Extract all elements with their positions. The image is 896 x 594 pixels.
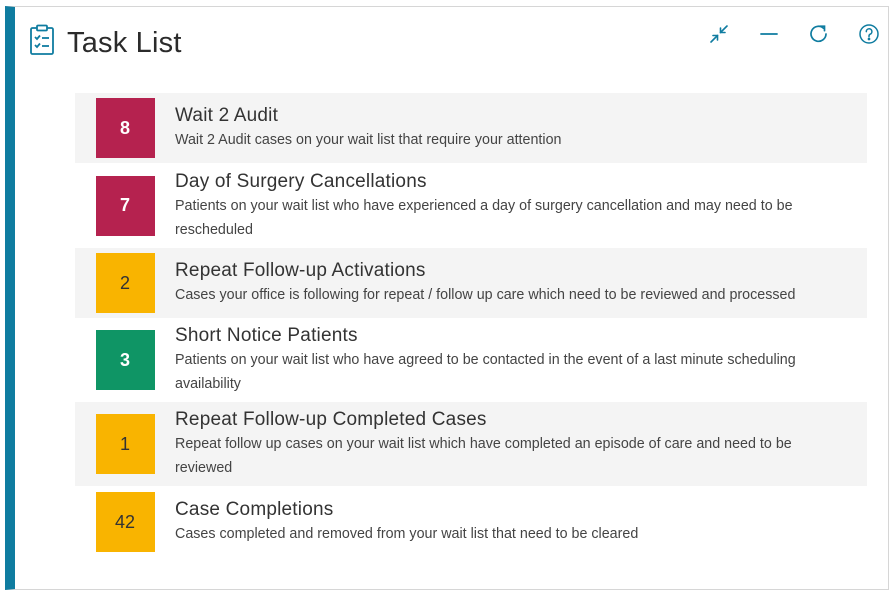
- count-badge[interactable]: 2: [95, 253, 155, 313]
- header-actions: [708, 23, 880, 45]
- clipboard-checklist-icon: [29, 24, 55, 56]
- count-badge[interactable]: 3: [95, 330, 155, 390]
- panel-header: Task List: [15, 7, 888, 83]
- task-item-repeat-follow-up-completed-cases[interactable]: 1 Repeat Follow-up Completed Cases Repea…: [75, 402, 867, 486]
- task-list-panel: Task List 8 Wait 2 Audit Wait 2 Audit ca…: [5, 6, 889, 590]
- task-item-case-completions[interactable]: 42 Case Completions Cases completed and …: [75, 486, 867, 558]
- task-description: Repeat follow up cases on your wait list…: [175, 436, 792, 476]
- task-title[interactable]: Wait 2 Audit: [175, 104, 867, 128]
- task-item-day-of-surgery-cancellations[interactable]: 7 Day of Surgery Cancellations Patients …: [75, 163, 867, 248]
- count-badge[interactable]: 42: [95, 492, 155, 552]
- task-description: Patients on your wait list who have expe…: [175, 197, 793, 238]
- task-description: Patients on your wait list who have agre…: [175, 352, 796, 392]
- task-description: Cases your office is following for repea…: [175, 287, 796, 303]
- task-description: Wait 2 Audit cases on your wait list tha…: [175, 132, 562, 148]
- task-description: Cases completed and removed from your wa…: [175, 526, 639, 542]
- task-item-wait-2-audit[interactable]: 8 Wait 2 Audit Wait 2 Audit cases on you…: [75, 93, 867, 163]
- task-item-repeat-follow-up-activations[interactable]: 2 Repeat Follow-up Activations Cases you…: [75, 248, 867, 318]
- count-badge[interactable]: 1: [95, 414, 155, 474]
- task-title[interactable]: Case Completions: [175, 498, 867, 522]
- collapse-icon[interactable]: [708, 23, 730, 45]
- task-list: 8 Wait 2 Audit Wait 2 Audit cases on you…: [75, 93, 867, 558]
- count-badge[interactable]: 8: [95, 98, 155, 158]
- task-title[interactable]: Day of Surgery Cancellations: [175, 170, 867, 194]
- task-title[interactable]: Repeat Follow-up Completed Cases: [175, 408, 867, 432]
- count-badge[interactable]: 7: [95, 175, 155, 236]
- help-icon[interactable]: [858, 23, 880, 45]
- task-item-short-notice-patients[interactable]: 3 Short Notice Patients Patients on your…: [75, 318, 867, 402]
- minimize-icon[interactable]: [758, 23, 780, 45]
- task-title[interactable]: Repeat Follow-up Activations: [175, 259, 867, 283]
- page-title: Task List: [67, 27, 182, 59]
- refresh-icon[interactable]: [808, 23, 830, 45]
- task-title[interactable]: Short Notice Patients: [175, 324, 867, 348]
